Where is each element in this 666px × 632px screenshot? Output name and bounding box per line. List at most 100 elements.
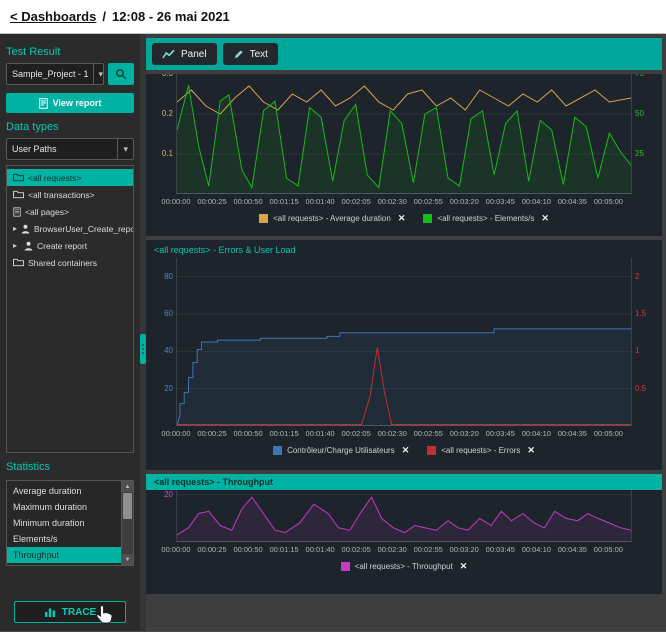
trace-button[interactable]: TRACE — [14, 601, 126, 623]
tree-item[interactable]: <all pages> — [7, 203, 133, 220]
tree-item[interactable]: Shared containers — [7, 254, 133, 271]
text-button[interactable]: Text — [223, 43, 278, 65]
y-axis-tick: 1.5 — [635, 309, 660, 319]
chevron-down-icon: ▾ — [93, 64, 104, 84]
expand-arrow-icon[interactable]: ▸ — [13, 241, 20, 250]
statistics-scrollbar[interactable]: ▲ ▼ — [121, 481, 133, 565]
legend-label: <all requests> - Errors — [441, 446, 520, 455]
search-button[interactable] — [108, 63, 134, 85]
statistic-item[interactable]: Average duration — [7, 483, 121, 499]
tree-item-label: BrowserUser_Create_report — [34, 224, 133, 234]
data-types-label: Data types — [6, 121, 134, 133]
y-axis-tick: 0.3 — [148, 74, 173, 79]
x-axis-tick: 00:02:30 — [378, 545, 407, 554]
tree-item[interactable]: <all requests> — [7, 169, 133, 186]
chart-panel-errors-user-load: <all requests> - Errors & User Load80604… — [146, 240, 662, 470]
x-axis-tick: 00:04:10 — [522, 429, 551, 438]
y-axis-tick: 20 — [148, 490, 173, 500]
statistic-item[interactable]: Elements/s — [7, 531, 121, 547]
scroll-down-icon[interactable]: ▼ — [122, 554, 133, 565]
legend-close-icon[interactable]: ✕ — [402, 445, 410, 456]
y-axis-tick: 0.2 — [148, 109, 173, 119]
scrollbar-thumb[interactable] — [123, 493, 132, 519]
search-icon — [115, 68, 127, 80]
panel-button-label: Panel — [181, 49, 207, 60]
legend-close-icon[interactable]: ✕ — [398, 213, 406, 224]
project-select[interactable]: Sample_Project - 1 ▾ — [6, 63, 104, 85]
legend-close-icon[interactable]: ✕ — [527, 445, 535, 456]
user-paths-select[interactable]: User Paths ▾ — [6, 138, 134, 160]
x-axis-tick: 00:00:25 — [197, 197, 226, 206]
chart-title: <all requests> - Throughput — [146, 474, 662, 490]
scroll-up-icon[interactable]: ▲ — [122, 481, 133, 492]
legend-close-icon[interactable]: ✕ — [460, 561, 468, 572]
legend-close-icon[interactable]: ✕ — [541, 213, 549, 224]
x-axis-labels: 00:00:0000:00:2500:00:5000:01:1500:01:40… — [176, 429, 632, 440]
x-axis-tick: 00:04:10 — [522, 197, 551, 206]
statistic-item[interactable]: Throughput — [7, 547, 121, 563]
content: Test Result Sample_Project - 1 ▾ View re… — [0, 34, 666, 631]
y-axis-tick: 20 — [148, 384, 173, 394]
tree-item[interactable]: <all transactions> — [7, 186, 133, 203]
x-axis-labels: 00:00:0000:00:2500:00:5000:01:1500:01:40… — [176, 197, 632, 208]
x-axis-tick: 00:03:20 — [450, 197, 479, 206]
x-axis-tick: 00:02:05 — [342, 429, 371, 438]
tree-item[interactable]: ▸ BrowserUser_Create_report — [7, 220, 133, 237]
x-axis-tick: 00:03:45 — [486, 429, 515, 438]
chart-plot-area: 8060402021.510.5 — [176, 258, 632, 426]
x-axis-tick: 00:00:50 — [233, 429, 262, 438]
legend-label: Contrôleur/Charge Utilisateurs — [287, 446, 395, 455]
x-axis-tick: 00:01:40 — [306, 545, 335, 554]
x-axis-tick: 00:00:00 — [161, 197, 190, 206]
expand-arrow-icon[interactable]: ▸ — [13, 224, 17, 233]
legend-swatch — [273, 446, 282, 455]
y-axis-tick: 0.1 — [148, 149, 173, 159]
chart-legend: <all requests> - Average duration✕ <all r… — [146, 213, 662, 224]
statistic-item[interactable]: Minimum duration — [7, 515, 121, 531]
x-axis-tick: 00:04:35 — [558, 197, 587, 206]
pencil-icon — [233, 49, 244, 60]
breadcrumb[interactable]: < Dashboards — [10, 9, 96, 24]
project-select-value: Sample_Project - 1 — [12, 69, 89, 79]
chart-legend: Contrôleur/Charge Utilisateurs✕<all requ… — [146, 445, 662, 456]
chart-legend: <all requests> - Throughput ✕ — [146, 561, 662, 572]
x-axis-tick: 00:02:55 — [414, 545, 443, 554]
chart-svg — [177, 490, 631, 542]
y-axis-tick: 25 — [635, 149, 660, 159]
x-axis-tick: 00:00:00 — [161, 429, 190, 438]
x-axis-tick: 00:02:30 — [378, 429, 407, 438]
chart-plot-area: 0.30.20.1755025 — [176, 74, 632, 194]
x-axis-tick: 00:00:50 — [233, 197, 262, 206]
legend-label: <all requests> - Elements/s — [437, 214, 534, 223]
toolbar: Panel Text — [146, 38, 662, 70]
statistics-label: Statistics — [6, 461, 134, 473]
legend-item: <all requests> - Errors ✕ — [427, 445, 535, 456]
data-types-tree: <all requests> <all transactions><all pag… — [6, 165, 134, 453]
page-title: 12:08 - 26 mai 2021 — [112, 9, 230, 24]
panel-button[interactable]: Panel — [152, 43, 217, 65]
chart-title: <all requests> - Errors & User Load — [146, 240, 662, 258]
view-report-button[interactable]: View report — [6, 93, 134, 113]
y-axis-tick: 80 — [148, 272, 173, 282]
legend-label: <all requests> - Throughput — [355, 562, 453, 571]
x-axis-tick: 00:03:45 — [486, 197, 515, 206]
page-icon — [13, 207, 21, 217]
report-icon — [39, 98, 48, 109]
legend-item: <all requests> - Average duration✕ — [259, 213, 405, 224]
scrollbar-track[interactable] — [122, 492, 133, 554]
legend-item: Contrôleur/Charge Utilisateurs ✕ — [273, 445, 409, 456]
y-axis-tick: 2 — [635, 272, 660, 282]
legend-swatch — [423, 214, 432, 223]
tree-item[interactable]: ▸Create report — [7, 237, 133, 254]
tree-item-label: Shared containers — [28, 258, 97, 268]
x-axis-tick: 00:03:45 — [486, 545, 515, 554]
chart-plot-area: 20 — [176, 490, 632, 542]
x-axis-tick: 00:02:05 — [342, 545, 371, 554]
tree-item-label: <all requests> — [28, 173, 81, 183]
statistic-item[interactable]: Maximum duration — [7, 499, 121, 515]
user-icon — [21, 224, 30, 234]
x-axis-tick: 00:04:35 — [558, 545, 587, 554]
x-axis-tick: 00:00:25 — [197, 545, 226, 554]
statistics-list: Average durationMaximum durationMinimum … — [6, 480, 134, 566]
statistics-items: Average durationMaximum durationMinimum … — [7, 481, 121, 565]
